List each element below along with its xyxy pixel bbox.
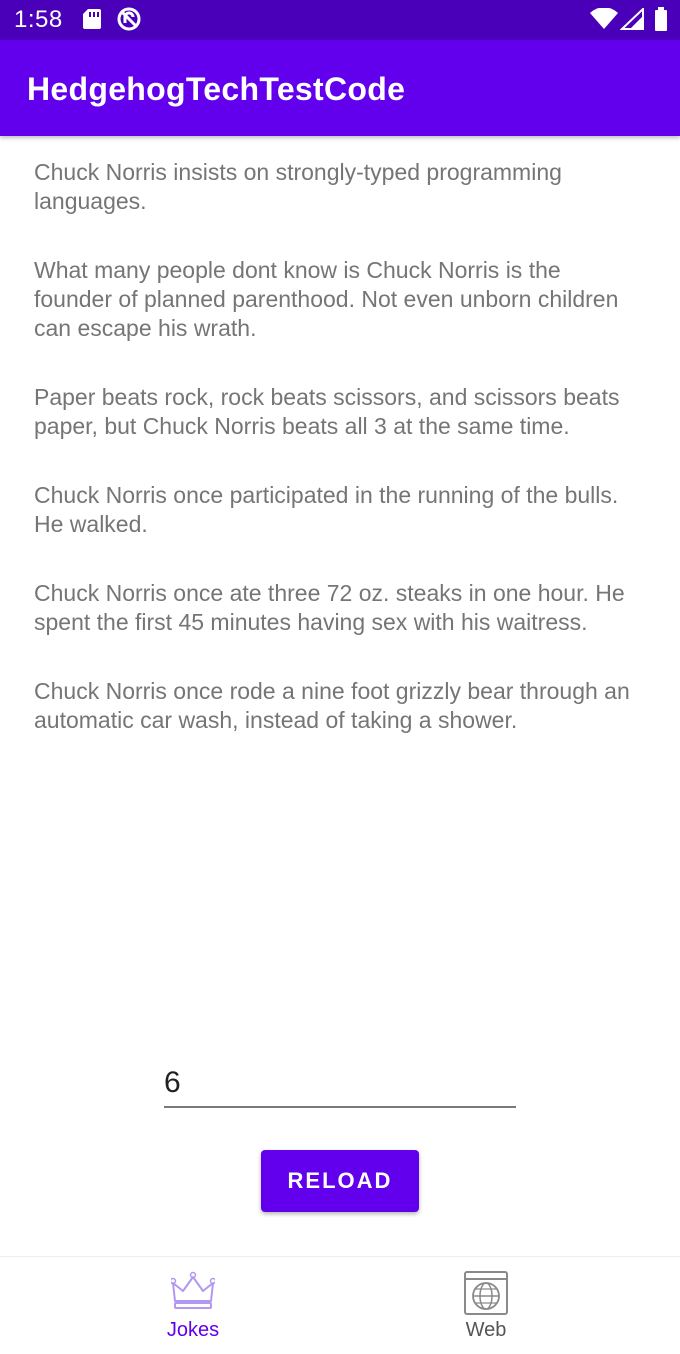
vpn-icon bbox=[116, 6, 142, 37]
status-bar: 1:58 bbox=[0, 0, 680, 40]
jokes-list: Chuck Norris insists on strongly-typed p… bbox=[34, 158, 644, 775]
nav-item-jokes[interactable]: Jokes bbox=[23, 1257, 363, 1354]
nav-label-jokes: Jokes bbox=[166, 1319, 220, 1341]
globe-window-icon bbox=[464, 1271, 508, 1320]
joke-count-input[interactable]: 6 bbox=[164, 1060, 516, 1108]
joke-item: Chuck Norris once rode a nine foot grizz… bbox=[34, 678, 630, 733]
app-bar: HedgehogTechTestCode bbox=[0, 40, 680, 136]
joke-item: Chuck Norris insists on strongly-typed p… bbox=[34, 159, 562, 214]
sd-card-icon bbox=[82, 8, 102, 35]
nav-label-web: Web bbox=[465, 1319, 507, 1341]
bottom-nav: Jokes Web bbox=[0, 1256, 680, 1354]
joke-count-value: 6 bbox=[164, 1066, 181, 1099]
wifi-icon bbox=[590, 7, 618, 35]
signal-icon bbox=[619, 6, 644, 35]
joke-item: What many people dont know is Chuck Norr… bbox=[34, 257, 619, 341]
crown-icon bbox=[169, 1271, 217, 1316]
app-title: HedgehogTechTestCode bbox=[27, 71, 406, 107]
joke-item: Chuck Norris once participated in the ru… bbox=[34, 482, 619, 537]
reload-button[interactable]: RELOAD bbox=[261, 1150, 419, 1212]
joke-item: Paper beats rock, rock beats scissors, a… bbox=[34, 384, 620, 439]
joke-item: Chuck Norris once ate three 72 oz. steak… bbox=[34, 580, 625, 635]
nav-item-web[interactable]: Web bbox=[316, 1257, 656, 1354]
battery-icon bbox=[654, 7, 668, 36]
status-time: 1:58 bbox=[14, 6, 63, 33]
